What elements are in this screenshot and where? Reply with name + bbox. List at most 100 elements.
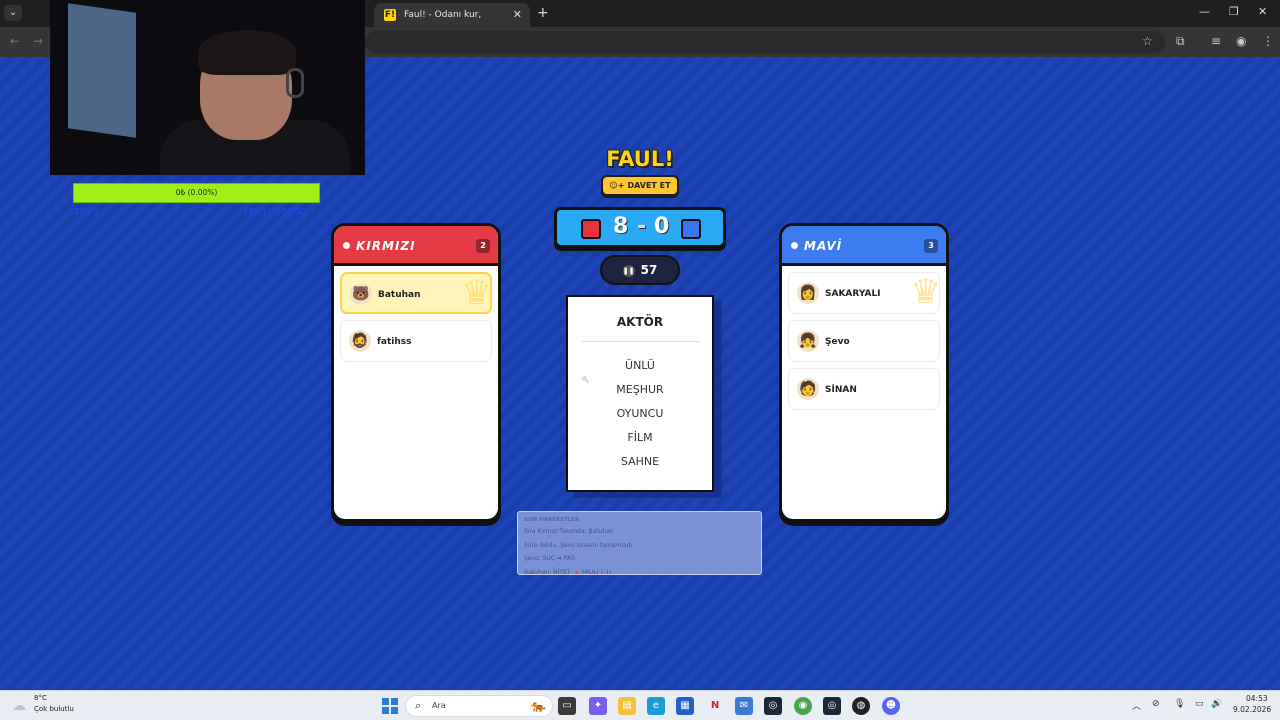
target-word: AKTÖR (616, 315, 664, 329)
file-explorer-icon[interactable]: ▤ (618, 697, 636, 715)
log-line: Şevo: SUÇ ➡ PAS (524, 555, 576, 562)
blue-team-panel: MAVİ 3 👩 SAKARYALI ♛ 👧 Şevo 🧑 SİNAN (779, 223, 949, 522)
windows-start-icon[interactable] (382, 698, 398, 714)
bookmark-star-icon[interactable]: ☆ (1142, 34, 1153, 48)
red-score: 8 (613, 214, 629, 239)
timer-value: 57 (640, 263, 658, 277)
player-card-sevo[interactable]: 👧 Şevo (788, 320, 940, 362)
forbidden-word: SAHNE (620, 455, 660, 468)
microsoft-store-icon[interactable]: ▦ (676, 697, 694, 715)
card-divider (582, 341, 700, 342)
scoreboard: 8 - 0 (554, 207, 726, 248)
player-name: SİNAN (825, 385, 857, 395)
cloud-icon[interactable]: ☁ (12, 698, 26, 714)
player-name: Batuhan (378, 290, 421, 300)
steam-secondary-icon[interactable]: ◎ (823, 697, 841, 715)
activity-log: SON HAREKETLER Sıra Kırmızı Takımda: Bat… (517, 511, 762, 575)
restore-button[interactable]: ❐ (1229, 5, 1239, 18)
donation-goal-title: Bağışçı Fatuhan: Yorrek (147, 174, 229, 182)
invite-label: DAVET ET (627, 181, 671, 190)
afro-avatar-icon: 🧑 (797, 378, 819, 400)
obs-app-icon[interactable]: ◍ (852, 697, 870, 715)
donation-progress-bar: 0₺ (0.00%) (73, 183, 320, 203)
clock-date[interactable]: 9.02.2026 (1233, 705, 1271, 714)
blue-team-name: MAVİ (804, 239, 843, 253)
clock-time[interactable]: 04:53 (1246, 694, 1268, 703)
menu-kebab-icon[interactable]: ⋮ (1262, 34, 1274, 48)
forbidden-word: FİLM (627, 431, 653, 444)
close-tab-icon[interactable]: ✕ (513, 3, 522, 27)
team-dot-icon (791, 242, 798, 249)
edge-browser-icon[interactable]: e (647, 697, 665, 715)
faul-favicon-icon: F! (384, 9, 396, 21)
media-controls-icon[interactable]: ≡ (1211, 34, 1221, 48)
steam-app-icon[interactable]: ◎ (764, 697, 782, 715)
terminal-app-icon[interactable]: ▭ (558, 697, 576, 715)
close-window-button[interactable]: ✕ (1258, 5, 1267, 18)
invite-button[interactable]: ☺+ DAVET ET (601, 175, 679, 196)
display-icon[interactable]: ▭ (1195, 699, 1204, 709)
red-team-square (581, 219, 601, 239)
red-team-header: KIRMIZI 2 (334, 226, 498, 266)
user-plus-icon: ☺+ (609, 181, 625, 190)
webcam-overlay (50, 0, 365, 175)
blue-team-header: MAVİ 3 (782, 226, 946, 266)
profile-avatar-icon[interactable]: ◉ (1236, 34, 1246, 48)
player-name: SAKARYALI (825, 289, 881, 299)
new-tab-button[interactable]: + (537, 5, 549, 21)
tab-search-icon[interactable]: ⌄ (4, 5, 22, 21)
extensions-icon[interactable]: ⧉ (1176, 34, 1185, 49)
forbidden-word: OYUNCU (616, 407, 664, 420)
crown-icon: ♛ (461, 273, 492, 313)
donation-max: TRY1000000 (243, 207, 307, 218)
red-team-count: 2 (476, 239, 490, 253)
team-dot-icon (343, 242, 350, 249)
mail-app-icon[interactable]: ✉ (735, 697, 753, 715)
headphones-icon (286, 68, 304, 98)
network-off-icon[interactable]: ⊘ (1152, 699, 1160, 709)
minimize-button[interactable]: — (1199, 5, 1210, 18)
player-name: fatihss (377, 337, 412, 347)
browser-tab[interactable]: F! Faul! - Odanı kur, arkadaşlarını ✕ (374, 3, 530, 44)
forward-arrow-icon[interactable]: → (33, 34, 43, 48)
log-line: Süre doldu. Şevo sırasını tamamladı. (524, 541, 634, 549)
microphone-icon[interactable]: 🎙 (1174, 699, 1185, 709)
pause-icon[interactable]: ❚❚ (622, 265, 635, 277)
forbidden-word: ÜNLÜ (625, 359, 655, 372)
blue-team-count: 3 (924, 239, 938, 253)
webcam-monitor-shape (68, 3, 136, 138)
red-team-panel: KIRMIZI 2 🐻 Batuhan ♛ 🧔 fatihss (331, 223, 501, 522)
tray-chevron-icon[interactable]: ︿ (1132, 699, 1141, 712)
bearded-avatar-icon: 🧔 (349, 330, 371, 352)
chrome-browser-icon[interactable]: ◉ (794, 697, 812, 715)
player-name: Şevo (825, 337, 850, 347)
player-card-fatihss[interactable]: 🧔 fatihss (340, 320, 492, 362)
log-heading: SON HAREKETLER (524, 517, 580, 523)
red-team-name: KIRMIZI (356, 239, 416, 253)
log-line: Sıra Kırmızı Takımda: Batuhan (524, 528, 614, 535)
turn-timer[interactable]: ❚❚ 57 (600, 255, 680, 285)
discord-app-icon[interactable]: ☻ (882, 697, 900, 715)
donation-min: TRY0 (74, 207, 99, 218)
blue-team-square (681, 219, 701, 239)
mouse-cursor-icon: ↖ (581, 373, 591, 386)
player-card-batuhan[interactable]: 🐻 Batuhan ♛ (340, 272, 492, 314)
search-highlight-icon: 🐅 (531, 699, 546, 713)
word-card: AKTÖR ÜNLÜ MEŞHUR OYUNCU FİLM SAHNE (566, 295, 714, 492)
netflix-app-icon[interactable]: N (706, 697, 724, 715)
bear-avatar-icon: 🐻 (350, 283, 372, 305)
back-arrow-icon[interactable]: ← (10, 34, 20, 48)
volume-icon[interactable]: 🔊 (1211, 699, 1222, 709)
copilot-app-icon[interactable]: ✦ (589, 697, 607, 715)
player-card-sinan[interactable]: 🧑 SİNAN (788, 368, 940, 410)
address-bar[interactable] (365, 31, 1165, 53)
score-separator: - (637, 214, 647, 239)
log-line: Batuhan: NİYET 🔺 FAUL! (-1) (524, 568, 612, 575)
weather-description[interactable]: Çok bulutlu (34, 705, 74, 713)
weather-temperature[interactable]: 8°C (34, 694, 47, 702)
search-icon: ⌕ (415, 699, 422, 712)
taskbar-search-input[interactable]: ⌕ Ara 🐅 (405, 695, 553, 717)
windows-taskbar: ☁ 8°C Çok bulutlu ⌕ Ara 🐅 ▭ ✦ ▤ e ▦ N ✉ … (0, 690, 1280, 720)
crown-icon: ♛ (910, 272, 940, 312)
player-card-sakaryali[interactable]: 👩 SAKARYALI ♛ (788, 272, 940, 314)
